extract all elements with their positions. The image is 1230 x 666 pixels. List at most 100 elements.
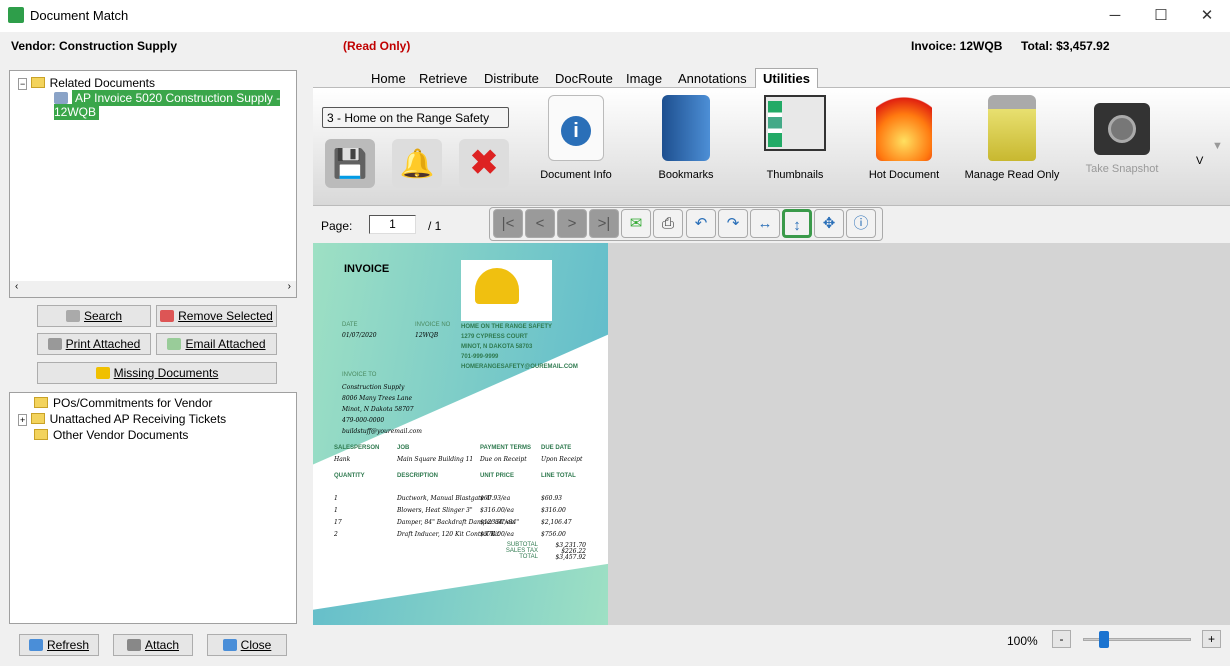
tab-annotations[interactable]: Annotations [678, 70, 747, 88]
next-page-button[interactable]: > [557, 209, 587, 238]
zoom-in-button[interactable]: + [1202, 630, 1221, 648]
refresh-button[interactable]: Refresh [19, 634, 99, 656]
warning-icon [95, 367, 110, 379]
table-cell: 17 [334, 519, 342, 526]
refresh-icon [28, 639, 43, 651]
notify-button[interactable]: 🔔 [392, 139, 442, 188]
bookmarks-button[interactable]: Bookmarks [636, 95, 736, 181]
table-cell: LINE TOTAL [541, 473, 576, 479]
table-cell: Upon Receipt [541, 456, 583, 463]
fit-width-button[interactable]: ↔ [750, 209, 780, 238]
related-documents-tree[interactable]: − Related Documents AP Invoice 5020 Cons… [9, 70, 297, 298]
horizontal-scrollbar[interactable]: ‹ › [10, 281, 296, 297]
page-number-input[interactable]: 1 [369, 215, 416, 234]
zoom-slider-thumb[interactable] [1099, 631, 1109, 648]
tab-image[interactable]: Image [626, 70, 662, 88]
tab-distribute[interactable]: Distribute [484, 70, 539, 88]
delete-button[interactable]: ✖ [459, 139, 509, 188]
search-button[interactable]: Search [37, 305, 151, 327]
company-block: HOME ON THE RANGE SAFETY 1279 CYPRESS COU… [461, 324, 578, 370]
table-cell: $316.00/ea [480, 507, 514, 514]
page-info-button[interactable]: ⓘ [846, 209, 876, 238]
printer-icon [47, 338, 62, 350]
document-info-button[interactable]: i Document Info [526, 95, 626, 181]
ribbon-overflow-label[interactable]: V [1196, 155, 1203, 167]
chevron-right-icon: > [567, 215, 577, 232]
folder-icon [34, 429, 48, 440]
fit-page-button[interactable]: ✥ [814, 209, 844, 238]
print-attached-button[interactable]: Print Attached [37, 333, 151, 355]
tree-node-pos[interactable]: POs/Commitments for Vendor [34, 396, 212, 410]
tree-node-related-documents[interactable]: − Related Documents [18, 76, 155, 90]
invoice-title: INVOICE [344, 263, 390, 275]
tree-node-label: AP Invoice 5020 Construction Supply - 12… [54, 90, 281, 120]
fit-height-button[interactable]: ↕ [782, 209, 812, 238]
bill-to-block: Construction Supply 8006 Many Trees Lane M… [342, 384, 422, 435]
send-email-button[interactable]: ✉ [621, 209, 651, 238]
table-cell: DESCRIPTION [397, 473, 439, 479]
rotate-right-button[interactable]: ↷ [718, 209, 748, 238]
vendor-dropdown[interactable]: 3 - Home on the Range Safety [322, 107, 509, 128]
tree-node-other-docs[interactable]: Other Vendor Documents [34, 428, 188, 442]
close-button[interactable]: Close [207, 634, 287, 656]
tree-node-invoice[interactable]: AP Invoice 5020 Construction Supply - 12… [54, 90, 296, 120]
hot-document-button[interactable]: Hot Document [854, 95, 954, 181]
lock-icon [988, 95, 1036, 161]
tab-docroute[interactable]: DocRoute [555, 70, 613, 88]
printer-icon: ⎙ [661, 215, 674, 232]
first-page-button[interactable]: |< [493, 209, 523, 238]
table-cell: JOB [397, 445, 410, 451]
tab-retrieve[interactable]: Retrieve [419, 70, 467, 88]
close-door-icon [222, 639, 237, 651]
thumbnails-button[interactable]: Thumbnails [745, 95, 845, 181]
table-cell: $60.93 [541, 495, 562, 502]
table-cell: $60.93/ea [480, 495, 511, 502]
total-value: $3,457.92 [555, 554, 586, 561]
page-count: / 1 [428, 219, 442, 233]
table-cell: $316.00 [541, 507, 566, 514]
table-cell: 1 [334, 507, 338, 514]
close-window-button[interactable]: ✕ [1184, 0, 1230, 32]
take-snapshot-button[interactable]: Take Snapshot [1072, 95, 1172, 175]
print-button[interactable]: ⎙ [653, 209, 683, 238]
rotate-left-button[interactable]: ↶ [686, 209, 716, 238]
previous-page-button[interactable]: < [525, 209, 555, 238]
table-cell: Hank [334, 456, 351, 463]
table-cell: $756.00 [541, 531, 566, 538]
thumbnails-icon [764, 95, 826, 151]
folder-icon [30, 413, 45, 424]
table-cell: PAYMENT TERMS [480, 445, 532, 451]
book-icon [662, 95, 710, 161]
app-icon [8, 7, 24, 23]
envelope-arrow-icon: ✉ [629, 215, 643, 232]
total-label: Total: $3,457.92 [1021, 39, 1110, 53]
attach-button[interactable]: Attach [113, 634, 193, 656]
fit-width-icon: ↔ [757, 215, 773, 232]
read-only-label: (Read Only) [343, 39, 411, 53]
manage-read-only-button[interactable]: Manage Read Only [962, 95, 1062, 181]
total-label: TOTAL [519, 554, 538, 560]
remove-selected-button[interactable]: Remove Selected [156, 305, 277, 327]
table-cell: UNIT PRICE [480, 473, 515, 479]
chevron-left-icon: < [535, 215, 545, 232]
document-edit-icon [54, 92, 68, 104]
zoom-out-button[interactable]: - [1052, 630, 1071, 648]
last-page-button[interactable]: >| [589, 209, 619, 238]
table-cell: $378.00/ea [480, 531, 514, 538]
vendor-documents-tree[interactable]: POs/Commitments for Vendor + Unattached … [9, 392, 297, 624]
table-cell: Due on Receipt [480, 456, 527, 463]
maximize-button[interactable]: ☐ [1138, 0, 1184, 32]
floppy-icon: 💾 [332, 148, 368, 179]
tab-utilities[interactable]: Utilities [755, 68, 818, 89]
ribbon-scroll-down-icon[interactable]: ▼ [1212, 140, 1223, 152]
save-button[interactable]: 💾 [325, 139, 375, 188]
flame-icon [876, 95, 932, 161]
table-cell: Main Square Building 11 [397, 456, 474, 463]
email-attached-button[interactable]: Email Attached [156, 333, 277, 355]
table-cell: DUE DATE [541, 445, 572, 451]
minimize-button[interactable]: ─ [1092, 0, 1138, 32]
missing-documents-button[interactable]: Missing Documents [37, 362, 277, 384]
window-title: Document Match [30, 8, 129, 23]
tree-node-receiving-tickets[interactable]: + Unattached AP Receiving Tickets [18, 412, 226, 426]
tab-home[interactable]: Home [371, 70, 406, 88]
